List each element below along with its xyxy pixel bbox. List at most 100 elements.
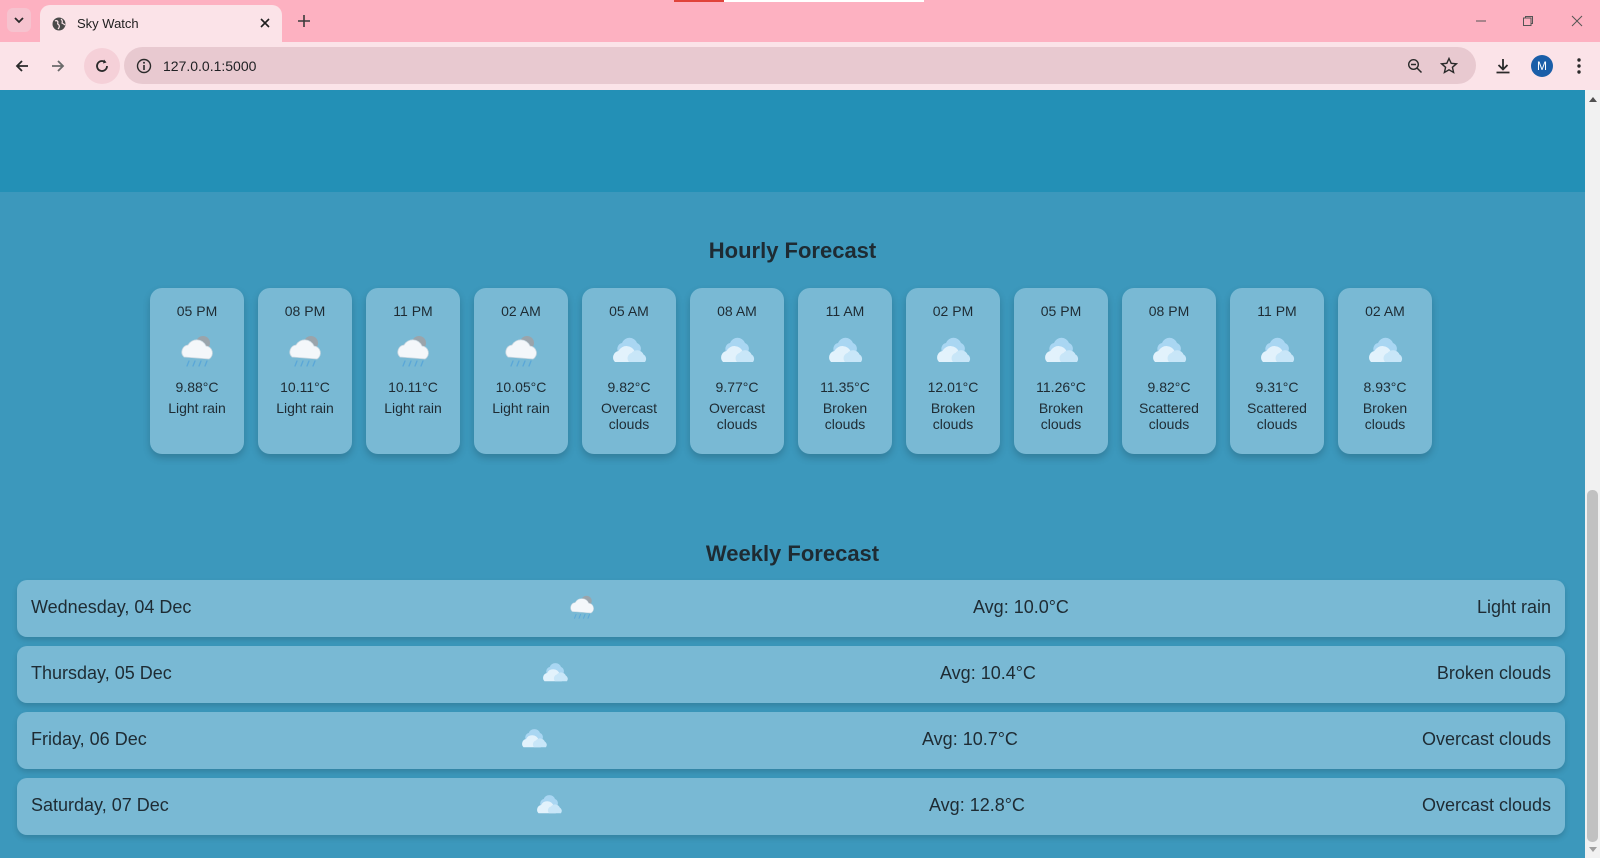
avatar[interactable]: M	[1530, 54, 1554, 78]
hourly-time: 05 PM	[176, 303, 218, 319]
hourly-card: 08 PM 10.11°C Light rain	[258, 288, 352, 454]
hourly-card: 05 PM 11.26°C Broken clouds	[1014, 288, 1108, 454]
weekly-row: Saturday, 07 Dec Avg: 12.8°C Overcast clou…	[17, 778, 1565, 835]
clouds-icon	[823, 331, 867, 371]
hourly-description: Scattered clouds	[1247, 400, 1307, 432]
hourly-time: 02 AM	[501, 303, 541, 319]
clouds-icon	[1255, 331, 1299, 371]
zoom-out-icon[interactable]	[1404, 55, 1426, 77]
hourly-card: 05 PM 9.88°C Light rain	[150, 288, 244, 454]
download-icon[interactable]	[1491, 54, 1515, 78]
star-icon[interactable]	[1438, 55, 1460, 77]
browser-tab[interactable]: Sky Watch	[40, 5, 282, 42]
rain-cloud-icon	[175, 331, 219, 371]
rain-cloud-icon	[565, 592, 599, 622]
page-content: Hourly Forecast 05 PM 9.88°C Light rain 08 …	[0, 90, 1585, 858]
hourly-time: 11 AM	[825, 303, 865, 319]
hourly-description: Overcast clouds	[708, 400, 765, 432]
scroll-up-arrow-icon[interactable]	[1588, 94, 1597, 103]
chevron-down-icon[interactable]	[7, 8, 31, 32]
scrollbar-thumb[interactable]	[1587, 490, 1598, 842]
hourly-card: 08 AM 9.77°C Overcast clouds	[690, 288, 784, 454]
arrow-right-icon[interactable]	[46, 54, 70, 78]
weekly-average-temperature: Avg: 12.8°C	[929, 795, 1025, 815]
hourly-description: Overcast clouds	[600, 400, 657, 432]
close-icon[interactable]	[1566, 10, 1588, 32]
rain-cloud-icon	[391, 331, 435, 371]
hourly-time: 08 PM	[1148, 303, 1190, 319]
close-icon[interactable]	[256, 14, 274, 32]
clouds-icon	[517, 724, 551, 754]
hourly-card: 02 AM 10.05°C Light rain	[474, 288, 568, 454]
hourly-time: 05 PM	[1040, 303, 1082, 319]
clouds-icon	[715, 331, 759, 371]
minimize-icon[interactable]	[1470, 10, 1492, 32]
tab-title: Sky Watch	[77, 16, 139, 31]
hourly-time: 08 AM	[717, 303, 757, 319]
hourly-temperature: 9.82°C	[1147, 379, 1191, 395]
hourly-description: Scattered clouds	[1139, 400, 1199, 432]
hourly-description: Broken clouds	[822, 400, 868, 432]
restore-icon[interactable]	[1517, 10, 1539, 32]
arrow-left-icon[interactable]	[10, 54, 34, 78]
clouds-icon	[532, 790, 566, 820]
hourly-card: 08 PM 9.82°C Scattered clouds	[1122, 288, 1216, 454]
scroll-down-arrow-icon[interactable]	[1588, 845, 1597, 854]
weekly-average-temperature: Avg: 10.7°C	[922, 729, 1018, 749]
clouds-icon	[931, 331, 975, 371]
hourly-temperature: 10.05°C	[495, 379, 547, 395]
page-load-indicator	[674, 0, 924, 2]
hourly-card: 02 PM 12.01°C Broken clouds	[906, 288, 1000, 454]
hourly-temperature: 11.35°C	[820, 379, 870, 395]
hourly-card: 11 PM 9.31°C Scattered clouds	[1230, 288, 1324, 454]
plus-icon[interactable]	[294, 11, 314, 31]
clouds-icon	[1147, 331, 1191, 371]
hourly-card: 02 AM 8.93°C Broken clouds	[1338, 288, 1432, 454]
weekly-row: Wednesday, 04 Dec Avg: 10.0°C Light rain	[17, 580, 1565, 637]
profile-initial: M	[1531, 55, 1553, 77]
hourly-temperature: 10.11°C	[280, 379, 330, 395]
weekly-average-temperature: Avg: 10.4°C	[940, 663, 1036, 683]
hourly-description: Light rain	[492, 400, 550, 416]
weekly-day: Wednesday, 04 Dec	[31, 597, 192, 617]
hourly-card: 05 AM 9.82°C Overcast clouds	[582, 288, 676, 454]
weekly-day: Saturday, 07 Dec	[31, 795, 169, 815]
weekly-average-temperature: Avg: 10.0°C	[973, 597, 1069, 617]
hourly-time: 11 PM	[1257, 303, 1297, 319]
weekly-day: Thursday, 05 Dec	[31, 663, 172, 683]
hourly-time: 11 PM	[393, 303, 433, 319]
hourly-temperature: 11.26°C	[1036, 379, 1086, 395]
weekly-description: Overcast clouds	[1421, 729, 1551, 749]
browser-tab-strip: Sky Watch	[0, 0, 1600, 42]
weekly-forecast-list: Wednesday, 04 Dec Avg: 10.0°C Light rain Th…	[17, 580, 1565, 844]
globe-icon	[50, 15, 67, 32]
browser-toolbar: 127.0.0.1:5000 M	[0, 42, 1600, 90]
hourly-temperature: 9.77°C	[715, 379, 759, 395]
clouds-icon	[538, 658, 572, 688]
weekly-day: Friday, 06 Dec	[31, 729, 147, 749]
clouds-icon	[607, 331, 651, 371]
hourly-description: Broken clouds	[930, 400, 976, 432]
address-bar[interactable]: 127.0.0.1:5000	[124, 47, 1476, 84]
kebab-menu-icon[interactable]	[1567, 54, 1591, 78]
hourly-temperature: 9.82°C	[607, 379, 651, 395]
url-text[interactable]: 127.0.0.1:5000	[163, 58, 256, 74]
vertical-scrollbar[interactable]	[1585, 90, 1600, 858]
reload-icon[interactable]	[84, 48, 120, 84]
hourly-description: Light rain	[276, 400, 334, 416]
rain-cloud-icon	[283, 331, 327, 371]
hourly-time: 02 AM	[1365, 303, 1405, 319]
hourly-card: 11 AM 11.35°C Broken clouds	[798, 288, 892, 454]
weekly-description: Overcast clouds	[1421, 795, 1551, 815]
hourly-card: 11 PM 10.11°C Light rain	[366, 288, 460, 454]
hourly-temperature: 12.01°C	[927, 379, 979, 395]
clouds-icon	[1363, 331, 1407, 371]
info-icon[interactable]	[133, 55, 154, 76]
hourly-description: Light rain	[168, 400, 226, 416]
rain-cloud-icon	[499, 331, 543, 371]
hourly-time: 08 PM	[284, 303, 326, 319]
weekly-description: Broken clouds	[1436, 663, 1551, 683]
hourly-description: Broken clouds	[1362, 400, 1408, 432]
hourly-forecast-list: 05 PM 9.88°C Light rain 08 PM 10.11°C Light r…	[150, 288, 1432, 454]
hourly-description: Light rain	[384, 400, 442, 416]
